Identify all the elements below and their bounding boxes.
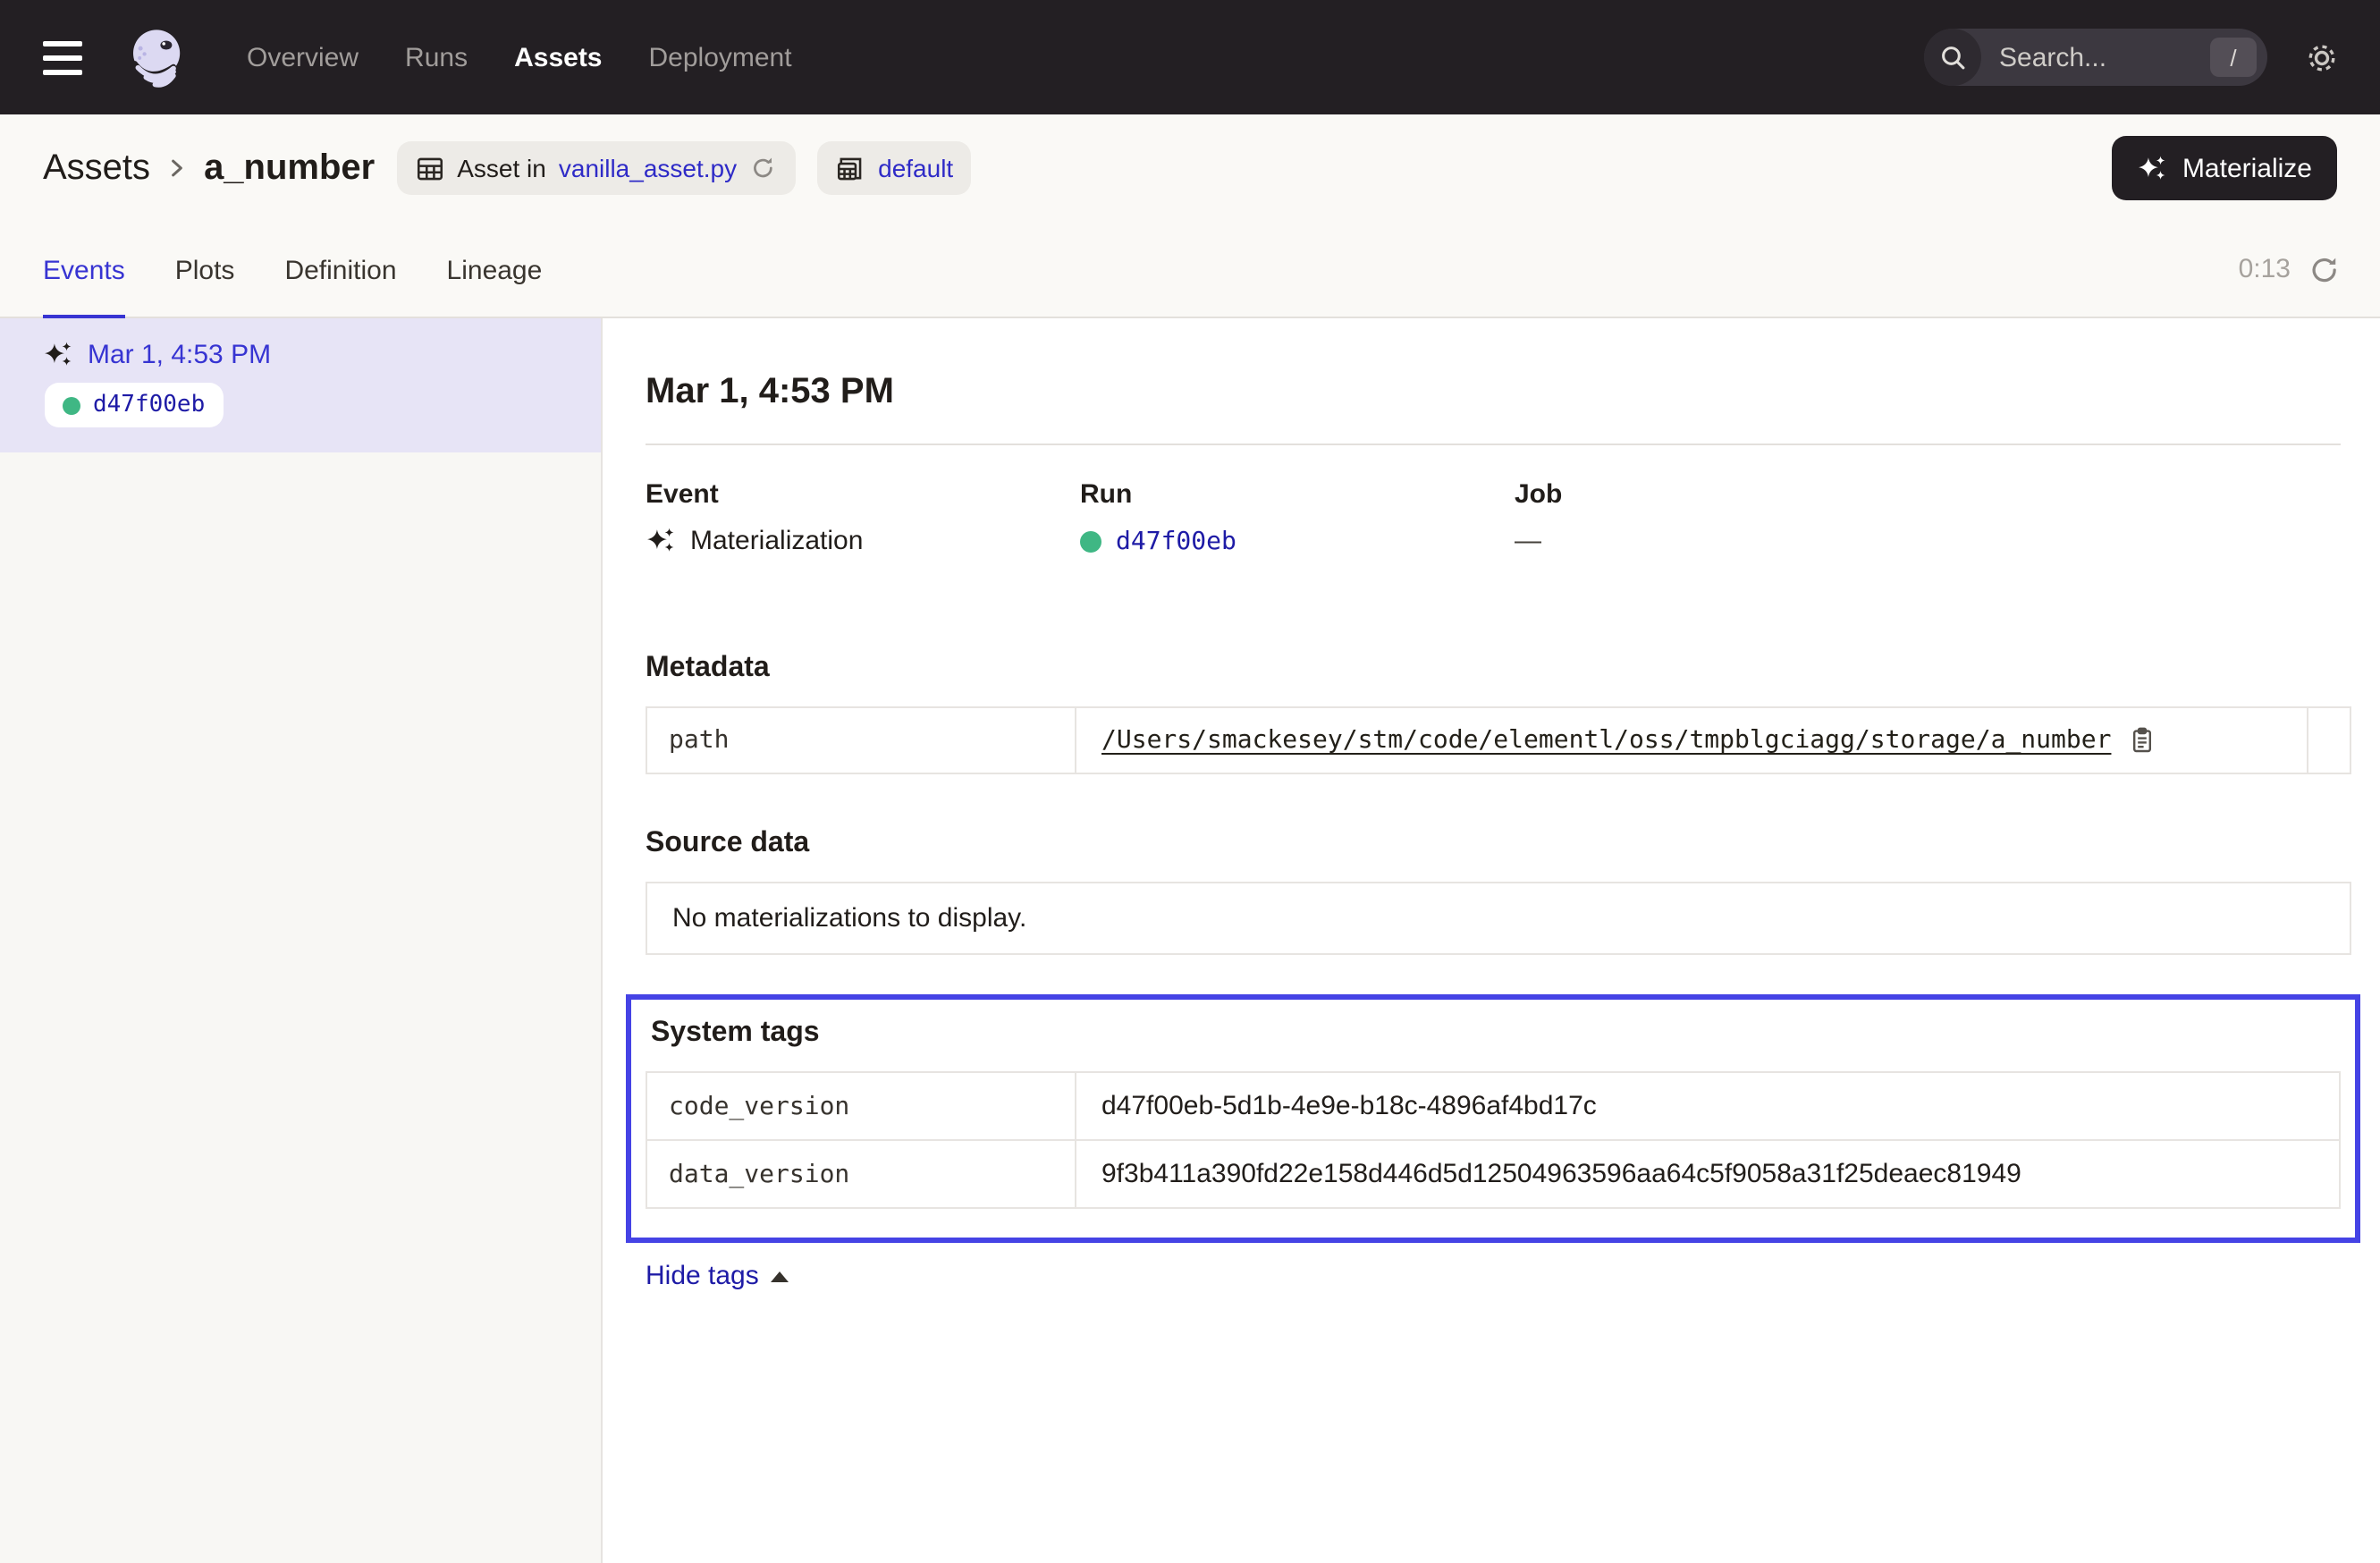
event-list-sidebar: Mar 1, 4:53 PM d47f00eb bbox=[0, 318, 603, 1563]
refresh-icon[interactable] bbox=[2308, 253, 2341, 285]
table-icon bbox=[414, 153, 444, 183]
slash-shortcut-badge: / bbox=[2210, 38, 2257, 77]
collapse-arrow-icon bbox=[772, 1271, 789, 1281]
tab-bar: Events Plots Definition Lineage 0:13 bbox=[0, 222, 2380, 318]
asset-definition-badge: Asset in vanilla_asset.py bbox=[396, 141, 796, 195]
materialization-sparkle-icon bbox=[43, 340, 73, 370]
hide-tags-link[interactable]: Hide tags bbox=[646, 1261, 789, 1291]
job-column-label: Job bbox=[1515, 479, 1949, 510]
nav-item-runs[interactable]: Runs bbox=[405, 42, 468, 72]
metadata-heading: Metadata bbox=[646, 653, 2351, 685]
event-attributes: Event Run Job Materialization d47 bbox=[646, 479, 2351, 556]
event-detail-panel: Mar 1, 4:53 PM Event Run Job Materializa… bbox=[603, 318, 2380, 1563]
table-row: path /Users/smackesey/stm/code/elementl/… bbox=[647, 708, 2350, 773]
system-tags-table: code_version d47f00eb-5d1b-4e9e-b18c-489… bbox=[646, 1071, 2341, 1209]
materialize-button[interactable]: Materialize bbox=[2113, 136, 2337, 200]
system-tags-heading: System tags bbox=[651, 1018, 2341, 1050]
table-row: code_version d47f00eb-5d1b-4e9e-b18c-489… bbox=[647, 1073, 2339, 1139]
event-type-label: Materialization bbox=[690, 526, 863, 556]
run-value: d47f00eb bbox=[1080, 526, 1515, 556]
run-column-label: Run bbox=[1080, 479, 1515, 510]
event-column-label: Event bbox=[646, 479, 1080, 510]
page-title: Assets a_number bbox=[43, 148, 375, 189]
repo-badge: default bbox=[817, 141, 971, 195]
tab-definition[interactable]: Definition bbox=[284, 222, 396, 318]
source-data-empty-message: No materializations to display. bbox=[646, 882, 2351, 955]
divider bbox=[646, 444, 2341, 445]
repo-grid-icon bbox=[835, 153, 865, 183]
run-status-dot bbox=[63, 396, 80, 414]
event-list-item-selected[interactable]: Mar 1, 4:53 PM d47f00eb bbox=[0, 318, 601, 452]
tab-lineage[interactable]: Lineage bbox=[447, 222, 543, 318]
run-badge[interactable]: d47f00eb bbox=[45, 383, 223, 427]
dagster-logo[interactable] bbox=[125, 25, 190, 89]
materialize-label: Materialize bbox=[2182, 153, 2312, 183]
nav-right-group: / bbox=[1924, 29, 2341, 86]
tab-events[interactable]: Events bbox=[43, 222, 125, 318]
asset-name: a_number bbox=[204, 148, 375, 189]
event-type-value: Materialization bbox=[646, 526, 1080, 556]
nav-menu: Overview Runs Assets Deployment bbox=[247, 42, 792, 72]
nav-item-overview[interactable]: Overview bbox=[247, 42, 359, 72]
run-id-link[interactable]: d47f00eb bbox=[1116, 527, 1236, 555]
path-link[interactable]: /Users/smackesey/stm/code/elementl/oss/t… bbox=[1101, 726, 2111, 755]
hamburger-menu-icon[interactable] bbox=[43, 40, 82, 74]
page-header: Assets a_number bbox=[0, 114, 2380, 318]
row-actions-cell bbox=[2307, 708, 2350, 773]
tab-plots[interactable]: Plots bbox=[175, 222, 235, 318]
app-window: Overview Runs Assets Deployment / bbox=[0, 0, 2380, 1563]
event-date-label: Mar 1, 4:53 PM bbox=[88, 340, 271, 370]
search-input[interactable] bbox=[1999, 42, 2192, 72]
tag-value: d47f00eb-5d1b-4e9e-b18c-4896af4bd17c bbox=[1076, 1073, 2339, 1139]
job-value: — bbox=[1515, 526, 1949, 556]
gear-icon[interactable] bbox=[2303, 38, 2341, 76]
content-area: Mar 1, 4:53 PM d47f00eb Mar 1, 4:53 PM E… bbox=[0, 318, 2380, 1563]
asset-file-link[interactable]: vanilla_asset.py bbox=[559, 154, 737, 182]
nav-item-assets[interactable]: Assets bbox=[514, 42, 602, 72]
run-id-label: d47f00eb bbox=[93, 392, 205, 418]
source-data-heading: Source data bbox=[646, 828, 2351, 860]
table-row: data_version 9f3b411a390fd22e158d446d5d1… bbox=[647, 1139, 2339, 1207]
system-tags-highlight-box: System tags code_version d47f00eb-5d1b-4… bbox=[626, 994, 2360, 1243]
chevron-right-icon bbox=[165, 156, 190, 181]
tag-key: code_version bbox=[647, 1073, 1076, 1139]
top-navbar: Overview Runs Assets Deployment / bbox=[0, 0, 2380, 114]
nav-item-deployment[interactable]: Deployment bbox=[649, 42, 792, 72]
search-bar[interactable]: / bbox=[1924, 29, 2267, 86]
run-status-dot bbox=[1080, 530, 1101, 552]
copy-icon[interactable] bbox=[2127, 726, 2156, 755]
refresh-countdown: 0:13 bbox=[2239, 254, 2291, 284]
metadata-key: path bbox=[647, 708, 1076, 773]
breadcrumb: Assets a_number bbox=[0, 114, 2380, 222]
event-detail-title: Mar 1, 4:53 PM bbox=[646, 372, 2351, 413]
breadcrumb-assets-link[interactable]: Assets bbox=[43, 148, 150, 189]
tag-value: 9f3b411a390fd22e158d446d5d12504963596aa6… bbox=[1076, 1141, 2339, 1207]
reload-definition-icon[interactable] bbox=[749, 154, 778, 182]
asset-in-label: Asset in bbox=[457, 154, 546, 182]
tag-key: data_version bbox=[647, 1141, 1076, 1207]
hide-tags-label: Hide tags bbox=[646, 1261, 759, 1291]
materialization-sparkle-icon bbox=[646, 526, 676, 556]
repo-default-link[interactable]: default bbox=[878, 154, 953, 182]
sparkle-icon bbox=[2138, 153, 2168, 183]
search-icon bbox=[1924, 29, 1981, 86]
metadata-table: path /Users/smackesey/stm/code/elementl/… bbox=[646, 706, 2351, 774]
